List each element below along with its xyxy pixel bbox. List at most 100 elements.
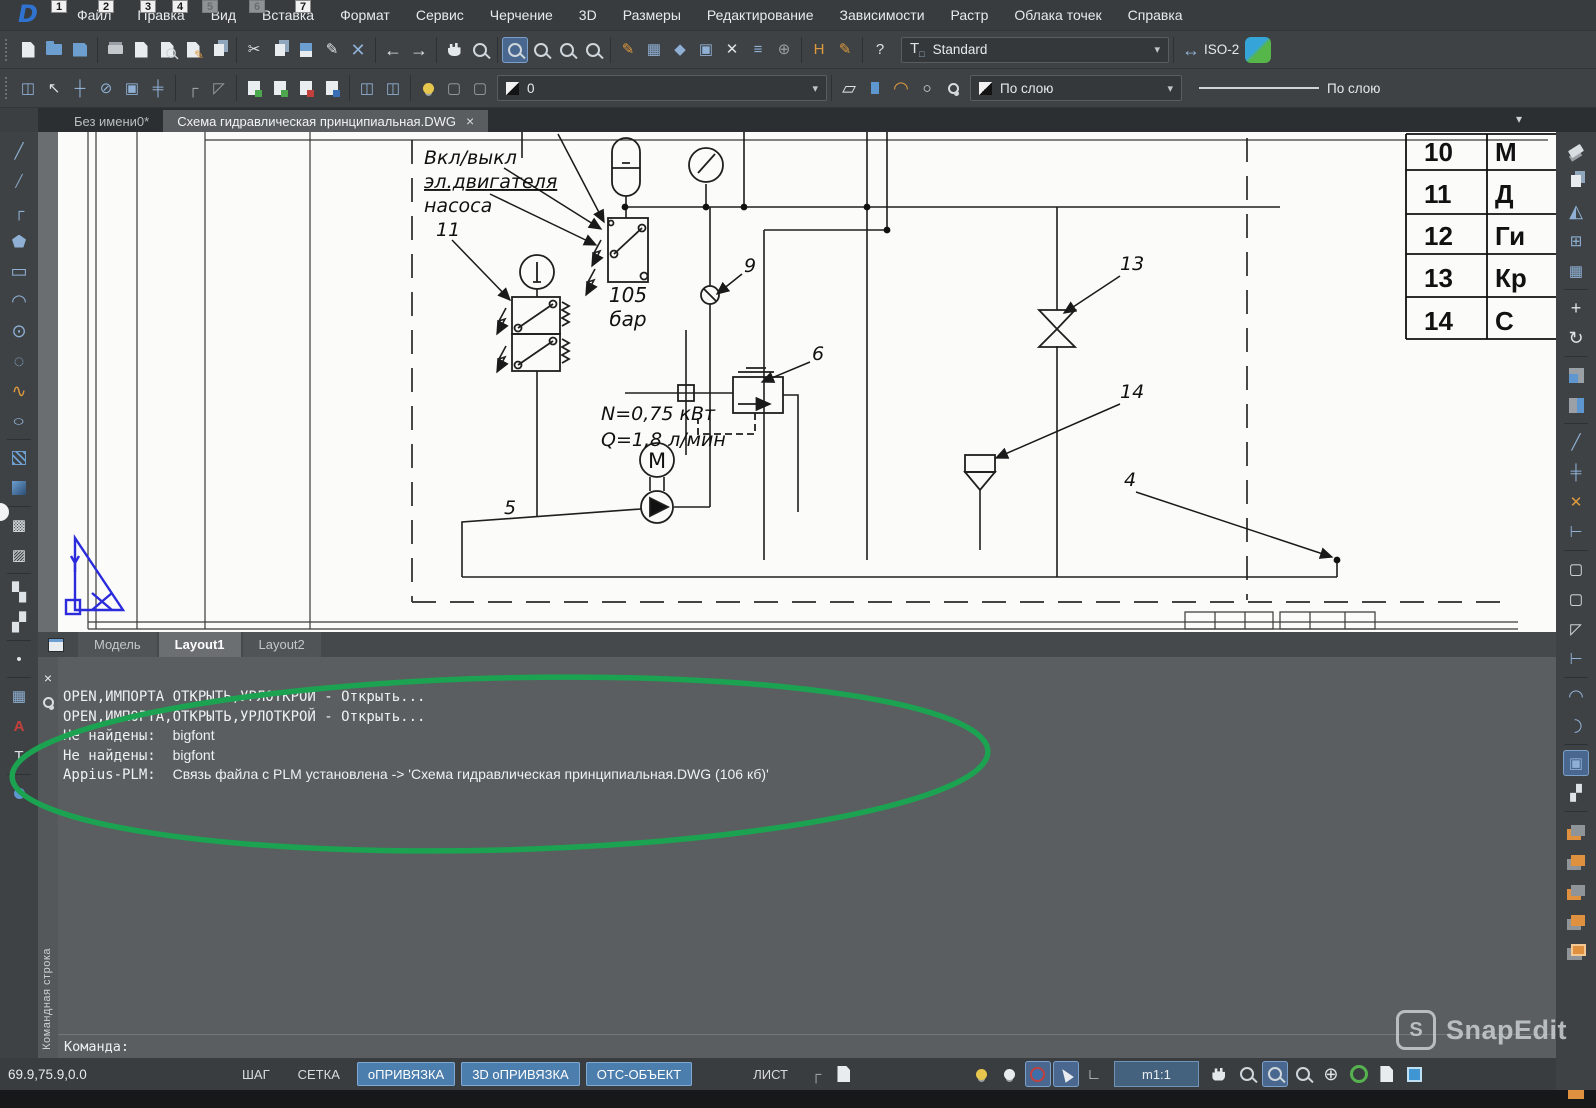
revision-cloud-icon[interactable]: ◌ xyxy=(6,348,32,374)
line-icon[interactable]: ╱ xyxy=(6,138,32,164)
draw-order-above-icon[interactable] xyxy=(1563,877,1589,903)
copy-objects-icon[interactable] xyxy=(1563,168,1589,194)
construction-line-icon[interactable]: ╱ xyxy=(6,168,32,194)
match-properties-icon[interactable]: ✎ xyxy=(319,37,345,63)
paste-icon[interactable] xyxy=(293,37,319,63)
flag-red-icon[interactable] xyxy=(293,75,319,101)
open-file-icon[interactable] xyxy=(41,37,67,63)
corner-join-icon[interactable]: ┌ xyxy=(180,75,206,101)
dim-style-value[interactable]: ISO-2 xyxy=(1204,42,1239,57)
bring-to-front-icon[interactable] xyxy=(1563,937,1589,963)
zoom-rect-status-icon[interactable] xyxy=(1290,1061,1316,1087)
tools-icon[interactable]: ✕ xyxy=(719,37,745,63)
orbit-icon[interactable]: ⊕ xyxy=(1318,1061,1344,1087)
block-icon[interactable]: ▣ xyxy=(693,37,719,63)
clear-format-icon[interactable]: ✕ xyxy=(345,37,371,63)
undo-icon[interactable]: ← xyxy=(380,37,406,63)
toolbar-grip[interactable] xyxy=(5,77,10,99)
trim-icon[interactable]: ✕ xyxy=(1563,489,1589,515)
ellipse-icon[interactable]: ○ xyxy=(6,408,32,434)
chamfer-corner-icon[interactable]: ◸ xyxy=(1563,616,1589,642)
multiline-text-icon[interactable]: T xyxy=(6,743,32,769)
mirror-icon[interactable]: ◭ xyxy=(1563,198,1589,224)
layer-freeze-icon[interactable]: ▢ xyxy=(441,75,467,101)
corner-trim-icon[interactable]: ◸ xyxy=(206,75,232,101)
explode-icon[interactable]: ▞ xyxy=(1563,780,1589,806)
zoom-rect-icon[interactable] xyxy=(528,37,554,63)
zoom-lens-icon[interactable] xyxy=(1234,1061,1260,1087)
doc-tab-schema[interactable]: Схема гидравлическая принципиальная.DWG … xyxy=(163,110,488,132)
rectangle-icon[interactable]: ▭ xyxy=(6,258,32,284)
rotate-icon[interactable]: ↻ xyxy=(1563,325,1589,351)
toggle-3d-osnap[interactable]: 3D оПРИВЯЗКА xyxy=(461,1062,580,1086)
zoom-previous-icon[interactable] xyxy=(580,37,606,63)
toggle-osnap[interactable]: оПРИВЯЗКА xyxy=(357,1062,455,1086)
color-swatch-icon[interactable] xyxy=(862,75,888,101)
paper-sheet[interactable]: Вкл/выкл эл.двигателя насоса 11 105 бар … xyxy=(58,132,1556,632)
layer-lock-icon[interactable]: ▢ xyxy=(467,75,493,101)
flag-blue-n-icon[interactable] xyxy=(319,75,345,101)
tab-layout1[interactable]: Layout1 xyxy=(159,632,241,657)
table-tool-icon[interactable]: ▦ xyxy=(6,683,32,709)
toggle-snap-step[interactable]: ШАГ xyxy=(231,1062,281,1086)
viewport-scale[interactable]: m1:1 xyxy=(1114,1061,1199,1087)
stretch-icon[interactable] xyxy=(1563,392,1589,418)
menu-service[interactable]: Сервис xyxy=(403,1,477,30)
polygon-icon[interactable] xyxy=(6,228,32,254)
close-icon[interactable]: × xyxy=(466,113,474,129)
block-insert-icon[interactable]: ▚ xyxy=(6,579,32,605)
stretch-h-icon[interactable]: ⊢ xyxy=(1563,646,1589,672)
app-logo-icon[interactable]: D xyxy=(2,0,54,28)
sketch-pen-icon[interactable]: ✎ xyxy=(832,37,858,63)
cut-icon[interactable]: ✂ xyxy=(241,37,267,63)
toggle-grid[interactable]: СЕТКА xyxy=(287,1062,351,1086)
color-combo[interactable]: По слою ▾ xyxy=(970,75,1182,101)
scale-icon[interactable] xyxy=(1563,362,1589,388)
chamfer-icon[interactable]: ◠ xyxy=(1563,713,1589,739)
join-icon[interactable]: ▢ xyxy=(1563,556,1589,582)
print-icon[interactable] xyxy=(102,37,128,63)
polar-tracking-icon[interactable]: ∟ xyxy=(1081,1061,1107,1087)
pan-icon[interactable] xyxy=(441,37,467,63)
lamp-icon[interactable] xyxy=(997,1061,1023,1087)
pan-hand-icon[interactable] xyxy=(1206,1061,1232,1087)
close-icon[interactable]: × xyxy=(44,671,52,685)
point-style-icon[interactable] xyxy=(6,780,32,806)
snap-diamond-icon[interactable]: ◆ xyxy=(667,37,693,63)
fillet-icon[interactable]: ◠ xyxy=(1563,683,1589,709)
polyline-icon[interactable]: ┌ xyxy=(6,198,32,224)
region-icon[interactable]: ▩ xyxy=(6,512,32,538)
autosnap-target-icon[interactable] xyxy=(1025,1061,1051,1087)
plugin-logo-icon[interactable] xyxy=(1245,37,1271,63)
sheet-mode-button[interactable]: ЛИСТ xyxy=(742,1062,799,1086)
layer-combo[interactable]: 0 ▾ xyxy=(497,75,827,101)
layout-list-icon[interactable] xyxy=(48,638,64,652)
spline-icon[interactable]: ∿ xyxy=(6,378,32,404)
table-icon[interactable]: ▦ xyxy=(641,37,667,63)
circle-icon[interactable]: ⊙ xyxy=(6,318,32,344)
tab-overflow-icon[interactable]: ▾ xyxy=(1516,112,1522,126)
arc-icon[interactable]: ◠ xyxy=(6,288,32,314)
pin-icon[interactable] xyxy=(43,697,54,708)
insert-block-icon[interactable]: ◫ xyxy=(15,75,41,101)
cursor-mode-icon[interactable] xyxy=(1053,1061,1079,1087)
blue-square-icon[interactable] xyxy=(1402,1061,1428,1087)
block-edit-icon[interactable]: ▞ xyxy=(6,609,32,635)
find-in-document-icon[interactable] xyxy=(154,37,180,63)
array-icon[interactable]: ▦ xyxy=(1563,258,1589,284)
menu-file[interactable]: Файл xyxy=(64,1,124,30)
green-ring-icon[interactable] xyxy=(1346,1061,1372,1087)
menu-draw[interactable]: Черчение xyxy=(477,1,566,30)
linetype-combo[interactable]: По слою xyxy=(1190,75,1422,101)
parallelogram-icon[interactable]: ▱ xyxy=(836,75,862,101)
menu-3d[interactable]: 3D xyxy=(566,1,610,30)
flag-green-icon[interactable] xyxy=(241,75,267,101)
command-history[interactable]: OPEN,ИМПОРТА ОТКРЫТЬ,УРЛОТКРОЙ - Открыть… xyxy=(63,687,1546,785)
tab-model[interactable]: Модель xyxy=(78,632,157,657)
hatch-icon[interactable] xyxy=(6,445,32,471)
web-icon[interactable]: ⊕ xyxy=(771,37,797,63)
solid-view-icon[interactable]: ◫ xyxy=(354,75,380,101)
redo-icon[interactable]: → xyxy=(406,37,432,63)
wireframe-view-icon[interactable]: ◫ xyxy=(380,75,406,101)
cursor-select-icon[interactable]: ↖ xyxy=(41,75,67,101)
